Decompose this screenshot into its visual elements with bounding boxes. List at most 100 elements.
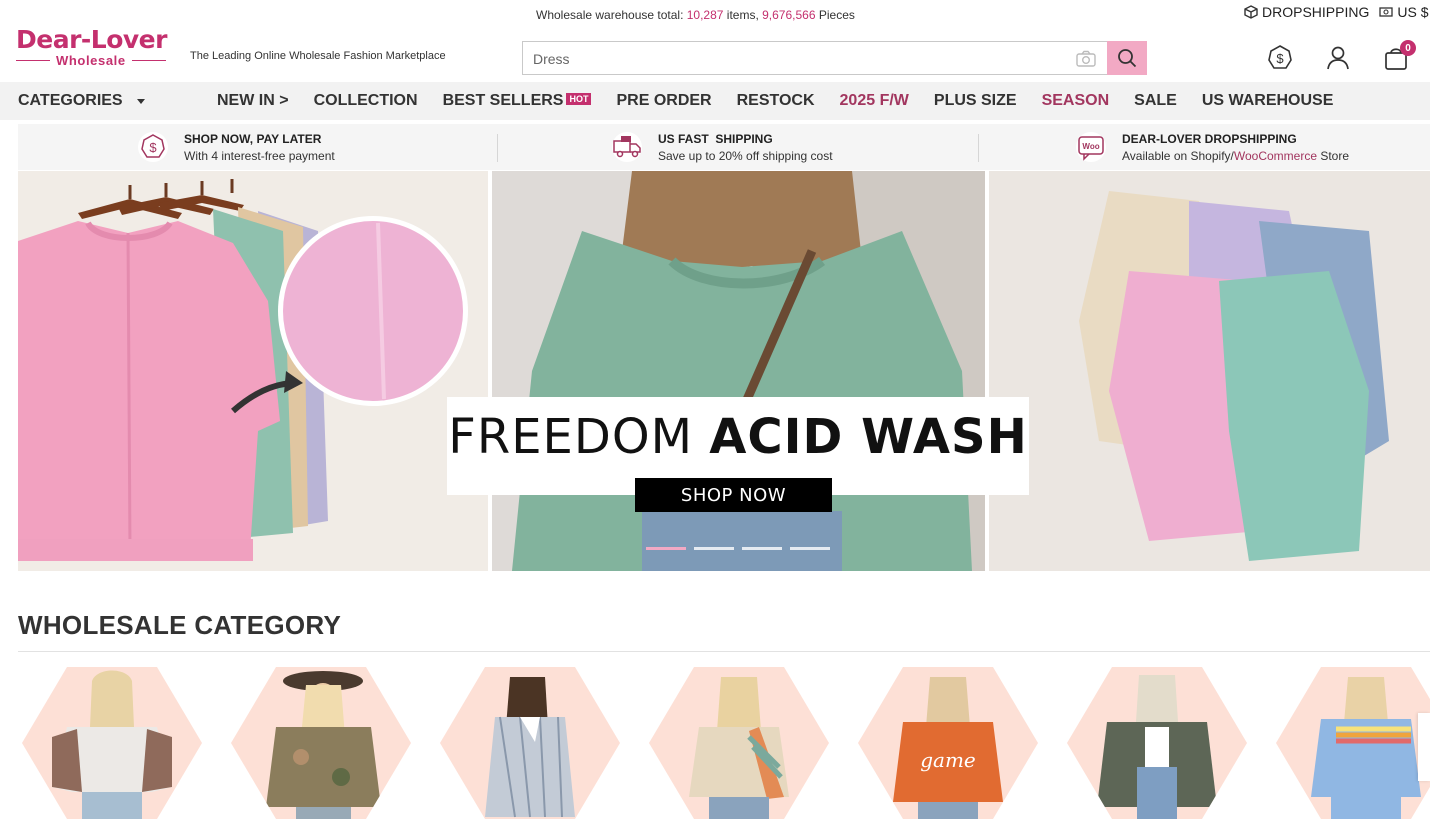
sub-prefix: Available on Shopify/ xyxy=(1122,148,1234,163)
currency-selector[interactable]: US $ xyxy=(1379,4,1428,20)
logo-sub: Wholesale xyxy=(16,53,184,68)
carousel-next-button[interactable] xyxy=(1418,713,1430,781)
account-button[interactable] xyxy=(1324,44,1352,72)
main-nav: CATEGORIES NEW IN > COLLECTION BEST SELL… xyxy=(0,82,1430,120)
nav-best-sellers[interactable]: BEST SELLERS HOT xyxy=(443,92,592,110)
category-item[interactable] xyxy=(440,667,620,819)
nav-label: BEST SELLERS xyxy=(442,92,564,109)
category-item[interactable] xyxy=(1067,667,1247,819)
nav-season[interactable]: SEASON xyxy=(1042,92,1110,110)
svg-text:Woo: Woo xyxy=(1082,142,1099,151)
search-button[interactable] xyxy=(1107,41,1147,75)
nav-links: NEW IN > COLLECTION BEST SELLERS HOT PRE … xyxy=(217,92,1358,110)
box-icon xyxy=(1244,5,1258,19)
benefit-title: US FAST SHIPPING xyxy=(658,131,773,146)
benefits-strip: $ SHOP NOW, PAY LATER With 4 interest-fr… xyxy=(18,124,1430,170)
nav-restock[interactable]: RESTOCK xyxy=(737,92,815,110)
svg-text:$: $ xyxy=(149,140,157,155)
categories-label: CATEGORIES xyxy=(18,92,123,109)
user-icon xyxy=(1327,46,1349,70)
dollar-badge-icon: $ xyxy=(138,132,168,162)
category-item[interactable] xyxy=(649,667,829,819)
logo-wholesale: Wholesale xyxy=(56,53,126,68)
warehouse-stats: Wholesale warehouse total: 10,287 items,… xyxy=(536,8,855,22)
nav-label: RESTOCK xyxy=(736,92,815,109)
stats-prefix: Wholesale warehouse total: xyxy=(536,8,687,22)
category-carousel: game xyxy=(22,667,1430,819)
carousel-dot[interactable] xyxy=(742,547,782,550)
tagline: The Leading Online Wholesale Fashion Mar… xyxy=(190,50,446,62)
banner-photo-hangers xyxy=(18,171,488,571)
nav-label: PLUS SIZE xyxy=(933,92,1017,109)
nav-2025-fw[interactable]: 2025 F/W xyxy=(840,92,909,110)
benefit-title: SHOP NOW, PAY LATER xyxy=(184,131,322,146)
benefit-dropshipping[interactable]: Woo DEAR-LOVER DROPSHIPPING Available on… xyxy=(1076,124,1349,170)
caret-down-icon xyxy=(136,98,145,104)
nav-collection[interactable]: COLLECTION xyxy=(314,92,418,110)
category-item[interactable] xyxy=(231,667,411,819)
nav-label: US WAREHOUSE xyxy=(1201,92,1334,109)
cart-button[interactable]: 0 xyxy=(1382,40,1416,72)
search-icon xyxy=(1118,49,1137,68)
banner-title-thin: FREEDOM xyxy=(448,409,710,465)
category-item[interactable] xyxy=(1276,667,1430,819)
nav-label: NEW IN > xyxy=(217,92,289,109)
truck-icon xyxy=(612,132,642,162)
banknote-icon xyxy=(1379,7,1394,17)
currency-label: US $ xyxy=(1397,4,1429,20)
camera-icon[interactable] xyxy=(1075,50,1097,68)
nav-label: SEASON xyxy=(1041,92,1110,109)
shop-now-button[interactable]: SHOP NOW xyxy=(635,478,832,512)
svg-text:game: game xyxy=(920,748,976,772)
pieces-count: 9,676,566 xyxy=(762,8,816,22)
search-bar xyxy=(522,41,1147,75)
benefit-subtitle: With 4 interest-free payment xyxy=(184,148,335,163)
nav-us-warehouse[interactable]: US WAREHOUSE xyxy=(1202,92,1334,110)
benefit-us-shipping[interactable]: US FAST SHIPPING Save up to 20% off ship… xyxy=(612,124,833,170)
section-divider xyxy=(18,651,1430,652)
nav-new-in[interactable]: NEW IN > xyxy=(217,92,289,110)
benefit-title: DEAR-LOVER DROPSHIPPING xyxy=(1122,131,1297,146)
nav-label: 2025 F/W xyxy=(839,92,909,109)
banner-title: FREEDOM ACID WASH xyxy=(447,409,1029,465)
site-logo[interactable]: Dear-Lover Wholesale xyxy=(16,26,184,72)
dollar-badge-icon: $ xyxy=(1268,45,1292,69)
logo-brand: Dear-Lover xyxy=(16,25,167,54)
search-input[interactable] xyxy=(533,49,1053,69)
dropshipping-label: DROPSHIPPING xyxy=(1262,4,1370,20)
banner-photo-flatlay xyxy=(989,171,1430,571)
benefit-subtitle: Save up to 20% off shipping cost xyxy=(658,148,833,163)
header-icons: $ 0 xyxy=(1266,40,1416,72)
nav-label: PRE ORDER xyxy=(616,92,712,109)
nav-pre-order[interactable]: PRE ORDER xyxy=(616,92,711,110)
dropshipping-link[interactable]: DROPSHIPPING xyxy=(1244,4,1369,20)
carousel-dots xyxy=(646,547,830,550)
pieces-label: Pieces xyxy=(815,8,855,22)
items-count: 10,287 xyxy=(686,8,724,22)
svg-text:$: $ xyxy=(1276,51,1284,66)
wholesale-category-title: WHOLESALE CATEGORY xyxy=(18,610,342,640)
banner-title-bold: ACID WASH xyxy=(709,409,1028,465)
divider xyxy=(497,134,498,162)
carousel-dot[interactable] xyxy=(694,547,734,550)
top-links: DROPSHIPPING US $ xyxy=(1244,4,1428,20)
top-bar: Wholesale warehouse total: 10,287 items,… xyxy=(0,0,1430,30)
woocommerce-link[interactable]: WooCommerce xyxy=(1234,149,1317,163)
carousel-dot[interactable] xyxy=(646,547,686,550)
hero-banner[interactable]: FREEDOM ACID WASH SHOP NOW xyxy=(18,171,1430,571)
carousel-dot[interactable] xyxy=(790,547,830,550)
woocommerce-icon: Woo xyxy=(1076,132,1106,162)
divider xyxy=(978,134,979,162)
benefit-pay-later[interactable]: $ SHOP NOW, PAY LATER With 4 interest-fr… xyxy=(138,124,335,170)
items-label: items, xyxy=(723,8,763,22)
currency-button[interactable]: $ xyxy=(1266,44,1294,72)
category-item[interactable]: game xyxy=(858,667,1038,819)
categories-menu[interactable]: CATEGORIES xyxy=(18,92,145,110)
benefit-subtitle: Available on Shopify/WooCommerce Store xyxy=(1122,149,1349,163)
nav-label: SALE xyxy=(1134,92,1177,109)
hot-badge: HOT xyxy=(566,92,592,105)
cart-count-badge: 0 xyxy=(1400,40,1416,56)
category-item[interactable] xyxy=(22,667,202,819)
nav-plus-size[interactable]: PLUS SIZE xyxy=(934,92,1017,110)
nav-sale[interactable]: SALE xyxy=(1134,92,1177,110)
